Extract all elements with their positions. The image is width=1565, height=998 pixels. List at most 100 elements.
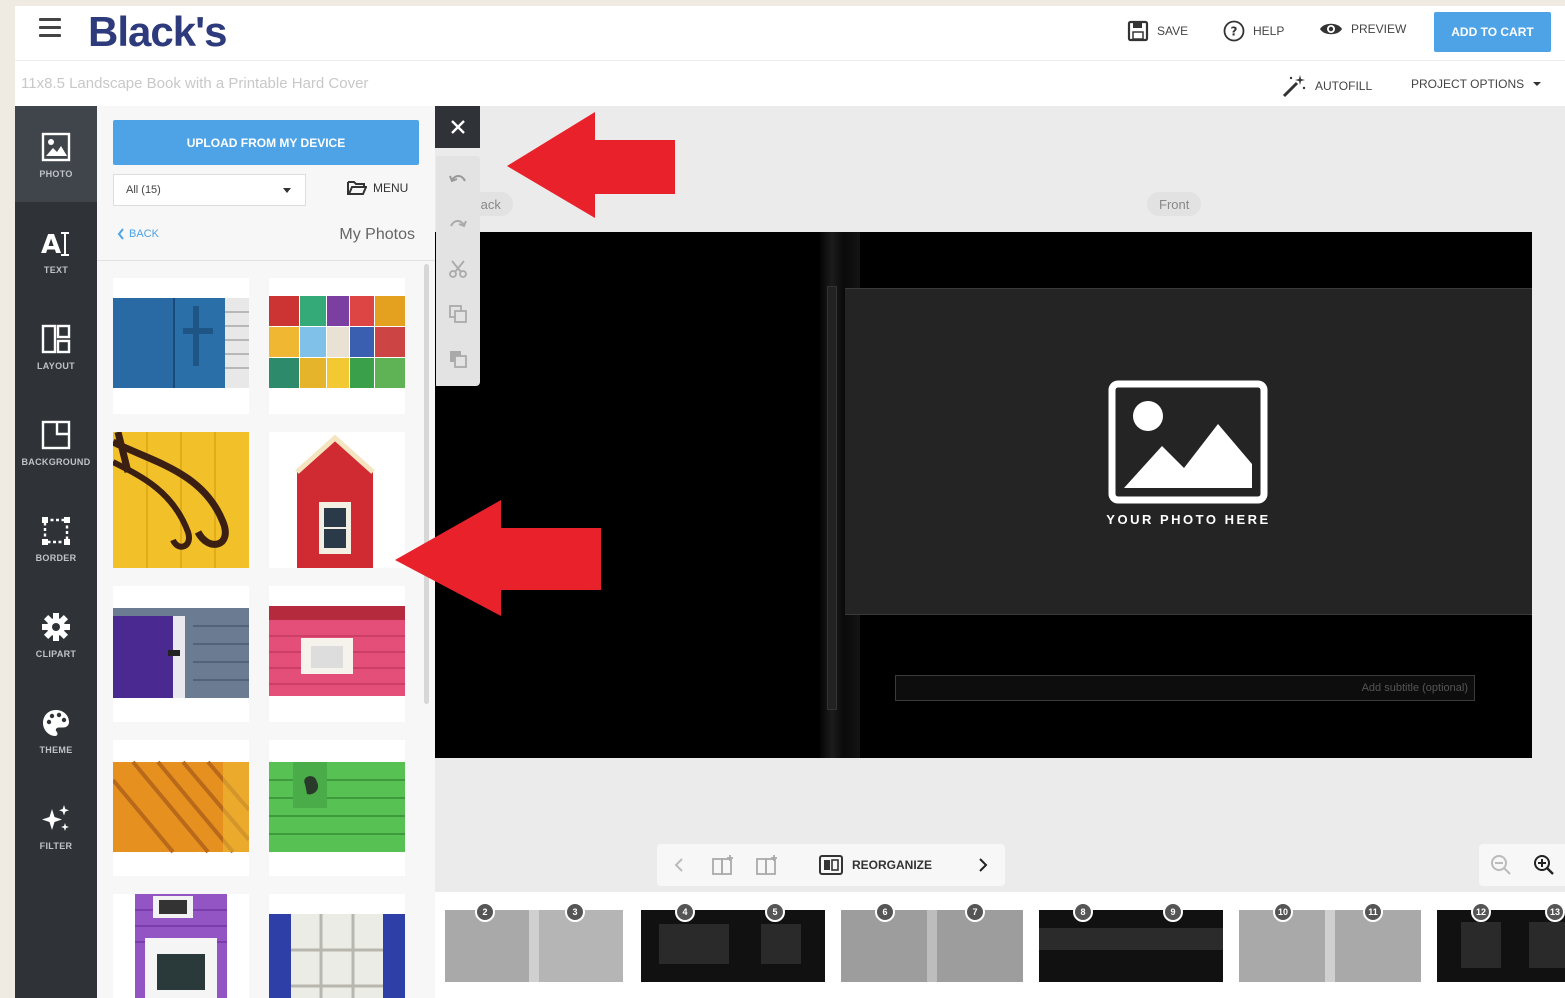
page-number-badge: 12 bbox=[1471, 902, 1491, 922]
autofill-label: AUTOFILL bbox=[1315, 79, 1373, 93]
rail-item-photo[interactable]: PHOTO bbox=[15, 106, 97, 202]
red-arrow-annotation bbox=[507, 112, 675, 218]
panel-title: My Photos bbox=[339, 226, 415, 243]
next-page-button[interactable] bbox=[961, 844, 1005, 886]
undo-icon bbox=[449, 174, 466, 182]
chevron-right-icon bbox=[979, 858, 988, 872]
spread-thumbnail[interactable]: 2 3 bbox=[445, 902, 623, 992]
photo-thumbnail-purple-door[interactable] bbox=[113, 586, 249, 722]
subtitle-input[interactable]: Add subtitle (optional) bbox=[895, 675, 1475, 701]
save-button[interactable]: SAVE bbox=[1127, 20, 1188, 42]
add-page-icon bbox=[712, 855, 733, 875]
spine-text-box[interactable] bbox=[827, 286, 837, 710]
rail-item-clipart[interactable]: CLIPART bbox=[15, 586, 97, 682]
back-link[interactable]: BACK bbox=[117, 228, 159, 240]
page-number-badge: 9 bbox=[1163, 902, 1183, 922]
rail-item-border[interactable]: BORDER bbox=[15, 490, 97, 586]
scissors-icon bbox=[449, 259, 467, 278]
page-number-badge: 13 bbox=[1545, 902, 1565, 922]
photo-icon bbox=[38, 129, 74, 165]
paste-button[interactable] bbox=[436, 336, 480, 381]
add-page-after-button[interactable] bbox=[745, 844, 789, 886]
add-page-icon bbox=[756, 855, 777, 875]
photo-thumbnail-blue-door[interactable] bbox=[113, 278, 249, 414]
paste-icon bbox=[450, 350, 467, 368]
reorganize-button[interactable]: REORGANIZE bbox=[789, 844, 961, 886]
edit-toolbar bbox=[436, 156, 480, 386]
help-icon: ? bbox=[1223, 20, 1245, 42]
book-cover-spread[interactable]: YOUR PHOTO HERE Add subtitle (optional) bbox=[435, 232, 1532, 758]
palette-icon bbox=[38, 705, 74, 741]
spread-thumbnail[interactable]: 6 7 bbox=[841, 902, 1023, 992]
page-thumbnail-strip: 2 3 4 5 6 7 8 9 10 11 12 13 bbox=[435, 892, 1565, 998]
spread-thumbnail[interactable]: 4 5 bbox=[641, 902, 825, 992]
undo-button[interactable] bbox=[436, 156, 480, 201]
spread-thumbnail[interactable]: 12 13 bbox=[1437, 902, 1565, 992]
add-page-before-button[interactable] bbox=[701, 844, 745, 886]
zoom-out-icon[interactable] bbox=[1490, 854, 1512, 876]
rail-item-background[interactable]: BACKGROUND bbox=[15, 394, 97, 490]
rail-label: THEME bbox=[39, 745, 73, 755]
reorganize-label: REORGANIZE bbox=[851, 858, 932, 872]
autofill-button[interactable]: AUTOFILL bbox=[1281, 73, 1372, 99]
redo-button[interactable] bbox=[436, 201, 480, 246]
rail-item-text[interactable]: A TEXT bbox=[15, 202, 97, 298]
background-icon bbox=[38, 417, 74, 453]
close-panel-button[interactable] bbox=[435, 106, 480, 148]
photo-thumbnail-mosaic[interactable] bbox=[269, 278, 405, 414]
photo-thumbnail-iron-hinge[interactable] bbox=[113, 432, 249, 568]
sparkle-icon bbox=[38, 801, 74, 837]
page-number-badge: 4 bbox=[675, 902, 695, 922]
prev-page-button[interactable] bbox=[657, 844, 701, 886]
photo-thumbnail-green-siding[interactable] bbox=[269, 740, 405, 876]
project-options-label: PROJECT OPTIONS bbox=[1411, 77, 1525, 91]
album-select-value: All (15) bbox=[126, 184, 161, 196]
svg-text:?: ? bbox=[1231, 25, 1238, 39]
project-title[interactable]: 11x8.5 Landscape Book with a Printable H… bbox=[21, 75, 368, 92]
page-number-badge: 10 bbox=[1273, 902, 1293, 922]
rail-label: TEXT bbox=[43, 265, 69, 275]
hamburger-menu-icon[interactable] bbox=[39, 18, 61, 38]
photo-thumbnail-red-house[interactable] bbox=[269, 432, 405, 568]
preview-label: PREVIEW bbox=[1351, 22, 1407, 36]
panel-scrollbar[interactable] bbox=[424, 264, 429, 704]
cut-button[interactable] bbox=[436, 246, 480, 291]
page-number-badge: 6 bbox=[875, 902, 895, 922]
add-to-cart-button[interactable]: ADD TO CART bbox=[1434, 12, 1551, 52]
text-icon: A bbox=[38, 225, 74, 261]
save-label: SAVE bbox=[1157, 24, 1189, 38]
redo-icon bbox=[450, 219, 467, 227]
brand-logo[interactable]: Black's bbox=[88, 8, 227, 56]
rail-item-layout[interactable]: LAYOUT bbox=[15, 298, 97, 394]
photo-thumbnail-purple-house[interactable] bbox=[113, 894, 249, 998]
rail-item-filter[interactable]: FILTER bbox=[15, 778, 97, 874]
photo-panel: UPLOAD FROM MY DEVICE All (15) MENU BACK… bbox=[97, 106, 435, 998]
caret-down-icon bbox=[283, 188, 291, 193]
project-options-dropdown[interactable]: PROJECT OPTIONS bbox=[1411, 77, 1542, 91]
preview-button[interactable]: PREVIEW bbox=[1319, 20, 1406, 38]
page-number-badge: 7 bbox=[965, 902, 985, 922]
rail-item-theme[interactable]: THEME bbox=[15, 682, 97, 778]
border-icon bbox=[38, 513, 74, 549]
page-number-badge: 5 bbox=[765, 902, 785, 922]
photo-thumbnail-blue-window[interactable] bbox=[269, 894, 405, 998]
front-page-label: Front bbox=[1147, 192, 1202, 216]
spread-thumbnail[interactable]: 8 9 bbox=[1039, 902, 1223, 992]
help-button[interactable]: ? HELP bbox=[1223, 20, 1284, 42]
red-arrow-annotation bbox=[395, 500, 601, 616]
rail-label: CLIPART bbox=[35, 649, 77, 659]
copy-button[interactable] bbox=[436, 291, 480, 336]
spread-thumbnail[interactable]: 10 11 bbox=[1239, 902, 1421, 992]
copy-icon bbox=[449, 304, 467, 323]
photo-thumbnail-orange-siding[interactable] bbox=[113, 740, 249, 876]
project-bar: 11x8.5 Landscape Book with a Printable H… bbox=[15, 60, 1565, 106]
album-select[interactable]: All (15) bbox=[113, 174, 306, 206]
top-bar: Black's SAVE ? HELP PREVIEW ADD TO CART bbox=[15, 6, 1565, 60]
zoom-in-icon[interactable] bbox=[1533, 854, 1555, 876]
upload-from-device-button[interactable]: UPLOAD FROM MY DEVICE bbox=[113, 120, 419, 165]
photo-placeholder-text: YOUR PHOTO HERE bbox=[1106, 512, 1271, 527]
photo-thumbnail-pink-house[interactable] bbox=[269, 586, 405, 722]
page-navigation: REORGANIZE bbox=[657, 844, 1005, 886]
help-label: HELP bbox=[1253, 24, 1285, 38]
menu-button[interactable]: MENU bbox=[347, 180, 408, 196]
